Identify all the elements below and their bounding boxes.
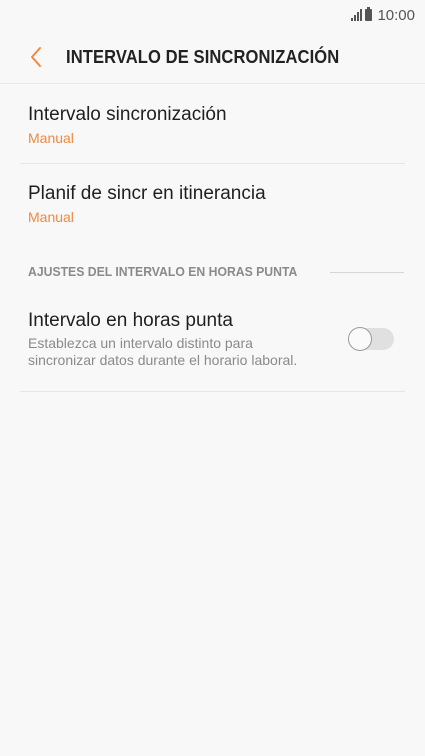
chevron-left-icon <box>31 47 41 67</box>
status-time: 10:00 <box>377 6 415 24</box>
peak-interval-description-line1: Establezca un intervalo distinto para <box>28 335 253 351</box>
list-divider <box>20 391 405 392</box>
roaming-schedule-value: Manual <box>28 209 74 225</box>
peak-interval-toggle[interactable] <box>348 327 394 351</box>
app-bar: INTERVALO DE SINCRONIZACIÓN <box>0 30 425 84</box>
signal-icon <box>351 9 363 21</box>
section-divider <box>330 272 404 273</box>
peak-interval-description-line2: sincronizar datos durante el horario lab… <box>28 352 298 368</box>
roaming-schedule-setting[interactable]: Planif de sincr en itinerancia Manual <box>0 164 425 244</box>
page-title: INTERVALO DE SINCRONIZACIÓN <box>66 46 340 67</box>
peak-section-label: AJUSTES DEL INTERVALO EN HORAS PUNTA <box>28 264 298 279</box>
sync-interval-title: Intervalo sincronización <box>28 104 227 125</box>
peak-interval-title: Intervalo en horas punta <box>28 310 233 331</box>
sync-interval-value: Manual <box>28 130 74 146</box>
sync-interval-setting[interactable]: Intervalo sincronización Manual <box>0 84 425 164</box>
battery-icon <box>365 7 373 21</box>
roaming-schedule-title: Planif de sincr en itinerancia <box>28 183 266 204</box>
settings-screen: 10:00 INTERVALO DE SINCRONIZACIÓN Interv… <box>0 0 425 756</box>
status-bar: 10:00 <box>0 0 425 30</box>
back-button[interactable] <box>16 37 56 77</box>
peak-section-header: AJUSTES DEL INTERVALO EN HORAS PUNTA <box>0 244 425 302</box>
peak-interval-description: Establezca un intervalo distinto para si… <box>28 335 335 369</box>
toggle-knob <box>348 327 372 351</box>
peak-interval-setting[interactable]: Intervalo en horas punta Establezca un i… <box>0 302 425 392</box>
